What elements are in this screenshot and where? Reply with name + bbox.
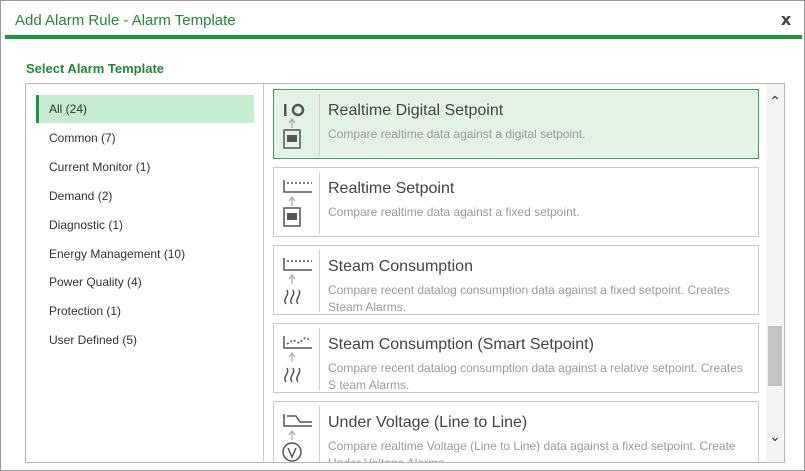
template-title: Steam Consumption (Smart Setpoint) — [328, 336, 594, 353]
category-item-common[interactable]: Common (7) — [36, 124, 254, 152]
template-description: Compare realtime Voltage (Line to Line) … — [328, 439, 736, 462]
category-item-diagnostic[interactable]: Diagnostic (1) — [36, 211, 254, 239]
template-panel: All (24) Common (7) Current Monitor (1) … — [25, 83, 785, 463]
category-item-protection[interactable]: Protection (1) — [36, 297, 254, 325]
steam-smart-icon — [278, 328, 320, 390]
category-item-all[interactable]: All (24) — [36, 95, 254, 123]
template-scrollbar[interactable]: ⌃ ⌄ — [766, 84, 784, 462]
template-description: Compare realtime data against a digital … — [328, 127, 586, 141]
template-list: Realtime Digital Setpoint Compare realti… — [266, 84, 766, 462]
section-label: Select Alarm Template — [26, 61, 164, 76]
digital-setpoint-icon — [278, 94, 320, 156]
template-title: Realtime Setpoint — [328, 180, 455, 197]
template-description: Compare recent datalog consumption data … — [328, 361, 743, 392]
scroll-thumb[interactable] — [768, 326, 782, 386]
category-item-current-monitor[interactable]: Current Monitor (1) — [36, 153, 254, 181]
fixed-setpoint-icon — [278, 172, 320, 234]
scroll-up-icon[interactable]: ⌃ — [766, 94, 784, 112]
category-item-power-quality[interactable]: Power Quality (4) — [36, 268, 254, 296]
category-list: All (24) Common (7) Current Monitor (1) … — [26, 84, 264, 462]
template-description: Compare realtime data against a fixed se… — [328, 205, 580, 219]
template-title: Realtime Digital Setpoint — [328, 102, 504, 119]
alarm-template-dialog: Add Alarm Rule - Alarm Template x Select… — [0, 0, 805, 471]
template-card-under-voltage[interactable]: Under Voltage (Line to Line) Compare rea… — [273, 401, 759, 462]
voltage-icon — [278, 406, 320, 462]
template-card-steam-consumption[interactable]: Steam Consumption Compare recent datalog… — [273, 245, 759, 315]
category-item-demand[interactable]: Demand (2) — [36, 182, 254, 210]
template-card-realtime-digital-setpoint[interactable]: Realtime Digital Setpoint Compare realti… — [273, 89, 759, 159]
template-card-steam-consumption-smart[interactable]: Steam Consumption (Smart Setpoint) Compa… — [273, 323, 759, 393]
template-title: Under Voltage (Line to Line) — [328, 414, 528, 431]
template-title: Steam Consumption — [328, 258, 473, 275]
close-button[interactable]: x — [778, 10, 794, 29]
template-card-realtime-setpoint[interactable]: Realtime Setpoint Compare realtime data … — [273, 167, 759, 237]
category-item-energy-management[interactable]: Energy Management (10) — [36, 240, 254, 268]
category-item-user-defined[interactable]: User Defined (5) — [36, 326, 254, 354]
scroll-down-icon[interactable]: ⌄ — [766, 429, 784, 447]
steam-fixed-icon — [278, 250, 320, 312]
dialog-title: Add Alarm Rule - Alarm Template — [15, 12, 236, 29]
dialog-titlebar: Add Alarm Rule - Alarm Template x — [5, 5, 802, 39]
template-description: Compare recent datalog consumption data … — [328, 283, 730, 314]
